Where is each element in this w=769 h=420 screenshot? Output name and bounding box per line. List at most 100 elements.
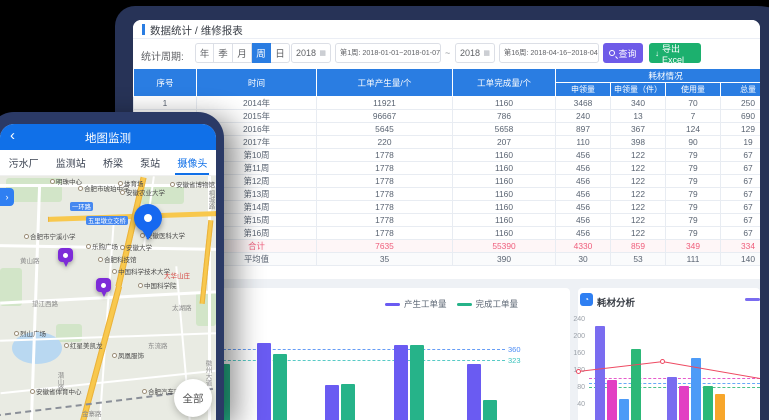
bar [715, 394, 725, 420]
table-row: 8第13周177811604561227967 [134, 188, 761, 201]
table-cell: 19 [721, 136, 761, 149]
table-cell: 122 [611, 227, 666, 240]
period-option[interactable]: 日 [271, 43, 290, 63]
table-cell: 7 [666, 110, 721, 123]
reference-line [193, 360, 505, 361]
phone-tab[interactable]: 摄像头 [177, 150, 207, 175]
map-label: 中国科学院 [138, 280, 177, 290]
calendar-icon: ▦ [319, 49, 326, 57]
table-row: 11第16周177811604561227967 [134, 227, 761, 240]
sub-column-header: 申领量 [556, 83, 611, 97]
map-label: 太湖路 [172, 302, 192, 312]
table-cell: 35 [317, 253, 453, 266]
bar [595, 326, 605, 420]
table-cell: 122 [611, 175, 666, 188]
table-cell: 129 [721, 123, 761, 136]
phone-tab[interactable]: 污水厂 [9, 150, 39, 175]
map-label: 合肥科技馆 [98, 254, 137, 264]
table-cell: 4330 [556, 240, 611, 253]
reference-line-label: 360 [508, 345, 521, 354]
table-row: 5第10周177811604561227967 [134, 149, 761, 162]
table-row: 22015年96667786240137690 [134, 110, 761, 123]
map-label: 望江西路 [32, 298, 58, 308]
table-cell: 1778 [317, 175, 453, 188]
selected-location-pin[interactable] [134, 204, 164, 244]
table-row: 42017年2202071103989019 [134, 136, 761, 149]
table-cell: 3468 [556, 97, 611, 110]
legend-label: 产生工单量 [404, 298, 447, 310]
consumables-chart-title: 耗材分析 [597, 295, 635, 309]
table-cell: 67 [721, 149, 761, 162]
all-filter-button[interactable]: 全部 [174, 379, 212, 417]
trend-line-point [660, 359, 665, 364]
table-cell: 13 [611, 110, 666, 123]
table-cell: 1160 [453, 175, 556, 188]
table-cell: 340 [611, 97, 666, 110]
legend-item: 完成工单量 [457, 298, 519, 310]
export-excel-button[interactable]: ↓ 导出Excel [649, 43, 701, 63]
bar [619, 399, 629, 420]
table-cell: 110 [556, 136, 611, 149]
poi-icon [98, 257, 103, 262]
camera-pin[interactable] [58, 248, 74, 270]
table-cell: 1160 [453, 188, 556, 201]
map-expander-button[interactable]: › [0, 188, 14, 206]
camera-pin-tail [63, 261, 69, 267]
table-cell: 334 [721, 240, 761, 253]
y-axis-tick: 240 [569, 316, 585, 323]
table-cell: 122 [611, 188, 666, 201]
map-label: 一环路 [70, 202, 93, 211]
download-icon: ↓ [655, 49, 659, 58]
phone-tab[interactable]: 泵站 [140, 150, 160, 175]
bar [257, 343, 271, 420]
phone-tab[interactable]: 桥梁 [103, 150, 123, 175]
reference-line-label: 323 [508, 356, 521, 365]
start-year-select[interactable]: 2018 ▦ [291, 43, 331, 63]
camera-pin[interactable] [96, 278, 112, 300]
table-cell: 70 [666, 97, 721, 110]
poi-icon [138, 283, 143, 288]
start-week-input[interactable]: 第1周: 2018-01-01~2018-01-07 [335, 43, 441, 63]
period-option[interactable]: 周 [252, 43, 271, 63]
table-header: 序号时间工单产生量/个工单完成量/个耗材情况申领量申领量（件）使用量总量 [134, 69, 761, 97]
y-axis-tick: 40 [569, 401, 585, 408]
consumables-chart-legend [745, 298, 760, 301]
period-option[interactable]: 季 [214, 43, 233, 63]
period-option[interactable]: 年 [195, 43, 214, 63]
table-cell: 67 [721, 227, 761, 240]
poi-icon [142, 389, 147, 394]
table-cell: 1778 [317, 149, 453, 162]
table-cell: 140 [721, 253, 761, 266]
table-cell: 5658 [453, 123, 556, 136]
end-week-input[interactable]: 第16周: 2018-04-16~2018-04-22 [499, 43, 599, 63]
poi-icon [112, 269, 117, 274]
legend-swatch [385, 303, 400, 306]
phone-header: ‹ 地图监测 [0, 124, 216, 150]
table-cell: 30 [556, 253, 611, 266]
table-cell: 456 [556, 175, 611, 188]
table-cell: 456 [556, 227, 611, 240]
poi-icon [30, 389, 35, 394]
search-button[interactable]: 查询 [603, 43, 643, 63]
phone-page-title: 地图监测 [0, 130, 216, 146]
table-cell: 5645 [317, 123, 453, 136]
table-cell: 1160 [453, 97, 556, 110]
map-label: 东流路 [148, 340, 168, 350]
end-year-select[interactable]: 2018 ▦ [455, 43, 495, 63]
bar [631, 349, 641, 420]
period-option[interactable]: 月 [233, 43, 252, 63]
map-canvas[interactable]: 明珠中心合肥市琥珀中学体育场安徽农业大学安徽省博物馆桐城路一环路五里墩立交桥安徽… [0, 176, 216, 420]
table-row: 7第12周177811604561227967 [134, 175, 761, 188]
legend-swatch [457, 303, 472, 306]
phone-tab[interactable]: 监测站 [56, 150, 86, 175]
table-cell: 67 [721, 175, 761, 188]
table-cell: 79 [666, 201, 721, 214]
poi-icon [120, 245, 125, 250]
poi-icon [112, 353, 117, 358]
table-cell: 240 [556, 110, 611, 123]
table-cell: 1 [134, 97, 197, 110]
table-cell: 90 [666, 136, 721, 149]
table-cell: 67 [721, 162, 761, 175]
table-cell: 690 [721, 110, 761, 123]
table-cell: 1778 [317, 162, 453, 175]
